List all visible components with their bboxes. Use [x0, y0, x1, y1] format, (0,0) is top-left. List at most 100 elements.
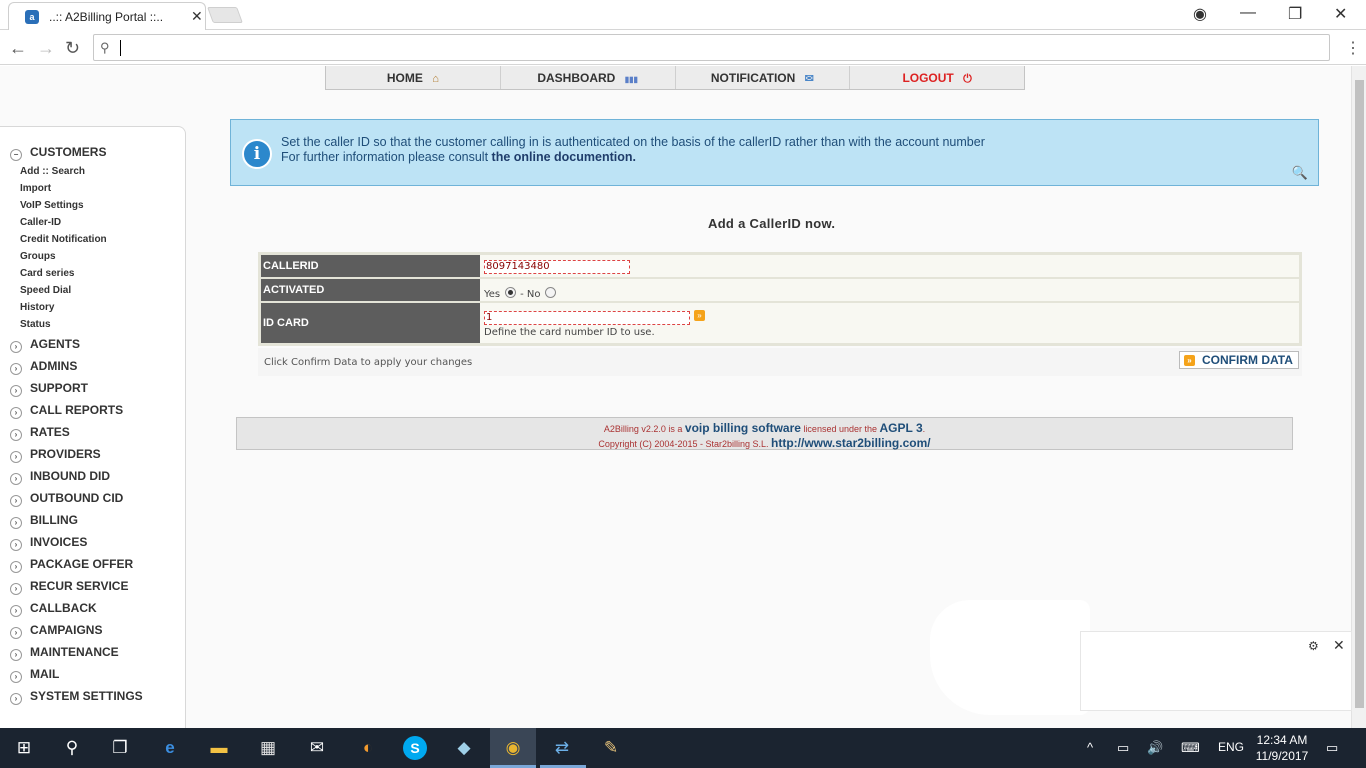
sidebar-section-invoices[interactable]: › INVOICES — [10, 535, 87, 551]
gear-icon[interactable]: ⚙ — [1308, 639, 1319, 653]
documentation-link[interactable]: the online documention. — [492, 150, 636, 164]
scroll-thumb[interactable] — [1355, 80, 1364, 708]
select-card-button[interactable]: » — [694, 310, 705, 321]
forward-button[interactable]: → — [37, 38, 55, 59]
sidebar-section-label: CALLBACK — [30, 601, 97, 615]
sidebar-item-voip-settings[interactable]: VoIP Settings — [20, 200, 84, 211]
sidebar-section-recur-service[interactable]: › RECUR SERVICE — [10, 579, 128, 595]
expand-icon: › — [10, 671, 22, 683]
sidebar-section-call-reports[interactable]: › CALL REPORTS — [10, 403, 123, 419]
voip-software-link[interactable]: voip billing software — [685, 421, 801, 435]
sidebar-item-credit-notification[interactable]: Credit Notification — [20, 234, 107, 245]
copy-text-c: Copyright (C) 2004-2015 - Star2billing S… — [598, 439, 769, 449]
close-window-button[interactable]: ✕ — [1334, 4, 1347, 24]
sidebar: − CUSTOMERS Add :: Search Import VoIP Set… — [0, 126, 186, 728]
star2billing-link[interactable]: http://www.star2billing.com/ — [771, 436, 931, 450]
edge-icon[interactable]: e — [158, 736, 182, 760]
sidebar-section-maintenance[interactable]: › MAINTENANCE — [10, 645, 119, 661]
task-view-icon[interactable]: ❐ — [108, 736, 132, 760]
sidebar-section-inbound-did[interactable]: › INBOUND DID — [10, 469, 110, 485]
callerid-input[interactable]: 8097143480 — [484, 260, 630, 274]
new-tab-button[interactable] — [207, 7, 243, 23]
sidebar-section-label: PACKAGE OFFER — [30, 557, 134, 571]
sidebar-section-label: AGENTS — [30, 337, 81, 351]
sidebar-section-outbound-cid[interactable]: › OUTBOUND CID — [10, 491, 123, 507]
sidebar-item-history[interactable]: History — [20, 302, 54, 313]
tray-chevron-icon[interactable]: ^ — [1087, 740, 1093, 755]
idcard-input[interactable]: 1 — [484, 311, 690, 325]
sidebar-section-support[interactable]: › SUPPORT — [10, 381, 88, 397]
activated-label: ACTIVATED — [261, 279, 480, 301]
browser-menu-icon[interactable]: ⋮ — [1345, 38, 1361, 58]
agpl-link[interactable]: AGPL 3 — [880, 421, 923, 435]
browser-tab[interactable]: a ..:: A2Billing Portal ::.. ✕ — [8, 2, 206, 30]
notification-popup[interactable]: ⚙ ✕ — [1080, 631, 1352, 711]
sidebar-section-rates[interactable]: › RATES — [10, 425, 70, 441]
magnifier-icon[interactable]: 🔍 — [1292, 165, 1308, 181]
copyright-bar: A2Billing v2.2.0 is a voip billing softw… — [236, 417, 1293, 450]
sidebar-item-status[interactable]: Status — [20, 319, 51, 330]
sidebar-item-import[interactable]: Import — [20, 183, 51, 194]
clock[interactable]: 12:34 AM 11/9/2017 — [1254, 732, 1310, 764]
app-swirl-icon[interactable]: ◐ — [356, 736, 380, 760]
text-caret — [120, 40, 121, 56]
reload-button[interactable]: ↻ — [65, 38, 80, 59]
skype-icon[interactable]: S — [403, 736, 427, 760]
activated-no-radio[interactable] — [544, 287, 556, 298]
notes-app-icon[interactable]: ◆ — [452, 736, 476, 760]
favicon-icon: a — [25, 10, 39, 24]
nav-home[interactable]: HOME ⌂ — [326, 66, 501, 89]
address-input[interactable] — [118, 38, 1318, 58]
sidebar-item-card-series[interactable]: Card series — [20, 268, 74, 279]
sidebar-section-system-settings[interactable]: › SYSTEM SETTINGS — [10, 689, 143, 705]
sidebar-section-billing[interactable]: › BILLING — [10, 513, 78, 529]
sidebar-item-groups[interactable]: Groups — [20, 251, 56, 262]
battery-icon[interactable]: ▭ — [1117, 740, 1129, 756]
paint-icon[interactable]: ✎ — [599, 736, 623, 760]
nav-logout[interactable]: LOGOUT ⏻ — [850, 66, 1024, 89]
activated-yes-radio[interactable] — [504, 287, 516, 298]
back-button[interactable]: ← — [9, 38, 27, 59]
network-app-icon[interactable]: ⇄ — [550, 736, 574, 760]
top-navigation: HOME ⌂ DASHBOARD ▮▮▮ NOTIFICATION ✉ LOGO… — [325, 66, 1025, 90]
sidebar-section-providers[interactable]: › PROVIDERS — [10, 447, 101, 463]
tab-close-icon[interactable]: ✕ — [191, 8, 203, 25]
sidebar-item-add-search[interactable]: Add :: Search — [20, 166, 85, 177]
confirm-data-button[interactable]: » CONFIRM DATA — [1179, 351, 1299, 369]
close-icon[interactable]: ✕ — [1333, 637, 1345, 654]
page-scrollbar[interactable] — [1351, 66, 1366, 728]
sidebar-section-customers[interactable]: − CUSTOMERS — [10, 145, 106, 161]
sidebar-section-admins[interactable]: › ADMINS — [10, 359, 77, 375]
sidebar-section-package-offer[interactable]: › PACKAGE OFFER — [10, 557, 133, 573]
sidebar-section-campaigns[interactable]: › CAMPAIGNS — [10, 623, 102, 639]
nav-dashboard[interactable]: DASHBOARD ▮▮▮ — [501, 66, 676, 89]
nav-notification[interactable]: NOTIFICATION ✉ — [676, 66, 851, 89]
account-icon[interactable]: ◉ — [1193, 4, 1207, 24]
sidebar-section-callback[interactable]: › CALLBACK — [10, 601, 97, 617]
maximize-button[interactable]: ❐ — [1288, 4, 1302, 24]
sidebar-item-caller-id[interactable]: Caller-ID — [20, 217, 61, 228]
nav-dashboard-label: DASHBOARD — [537, 71, 616, 85]
sidebar-section-mail[interactable]: › MAIL — [10, 667, 59, 683]
sidebar-item-speed-dial[interactable]: Speed Dial — [20, 285, 71, 296]
start-icon[interactable]: ⊞ — [12, 736, 36, 760]
omnibox[interactable]: ⚲ — [93, 34, 1330, 61]
store-icon[interactable]: ▦ — [256, 736, 280, 760]
info-text: Set the caller ID so that the customer c… — [281, 135, 985, 149]
action-center-icon[interactable]: ▭ — [1326, 740, 1338, 756]
language-indicator[interactable]: ENG — [1218, 740, 1244, 754]
keyboard-icon[interactable]: ⌨ — [1181, 740, 1200, 756]
nav-logout-label: LOGOUT — [902, 71, 954, 85]
file-explorer-icon[interactable]: ▬ — [207, 736, 231, 760]
sidebar-section-agents[interactable]: › AGENTS — [10, 337, 80, 353]
form-row-callerid: CALLERID 8097143480 — [261, 255, 1299, 279]
expand-icon: › — [10, 341, 22, 353]
chrome-icon[interactable]: ◉ — [501, 736, 525, 760]
footer-hint: Click Confirm Data to apply your changes — [264, 357, 473, 368]
search-icon[interactable]: ⚲ — [60, 736, 84, 760]
mail-app-icon[interactable]: ✉ — [305, 736, 329, 760]
expand-icon: › — [10, 693, 22, 705]
volume-icon[interactable]: 🔊 — [1147, 740, 1163, 756]
arrow-icon: » — [1184, 355, 1195, 366]
minimize-button[interactable]: — — [1240, 4, 1256, 22]
